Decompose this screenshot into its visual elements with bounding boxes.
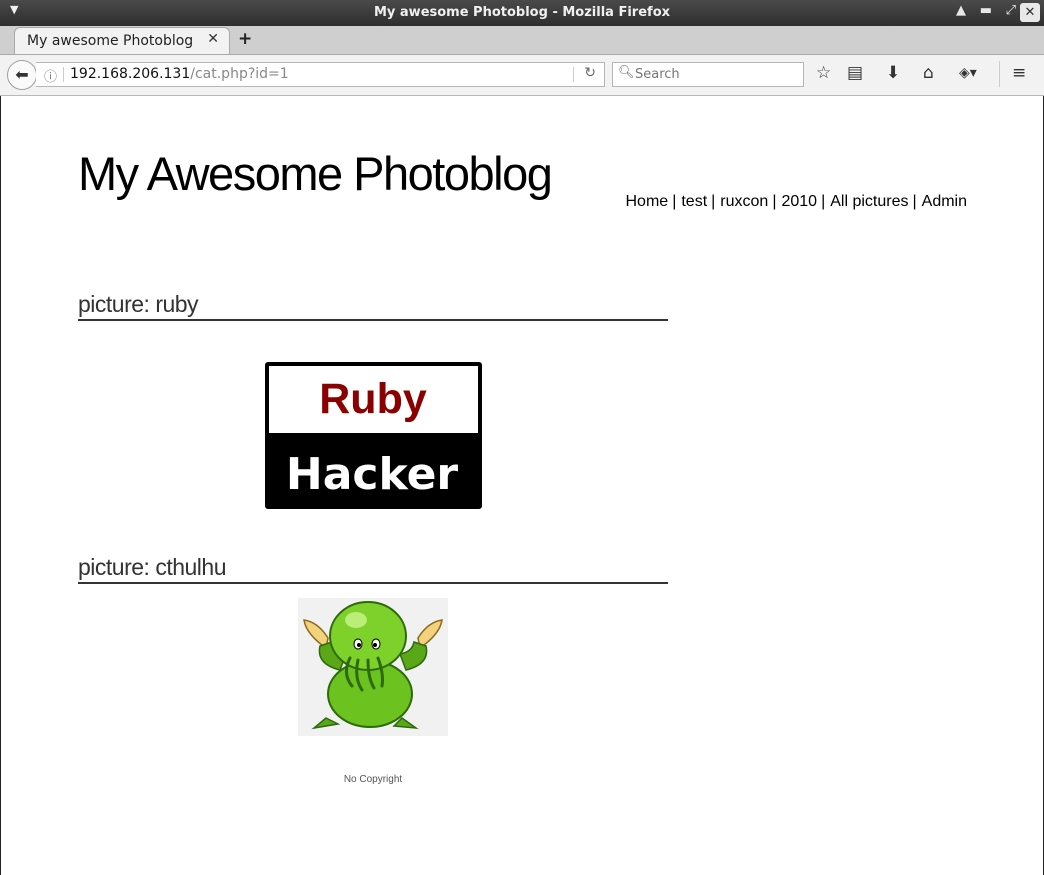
nav-link-2010[interactable]: 2010 [781,193,817,210]
nav-link-test[interactable]: test [681,193,707,210]
home-icon[interactable]: ⌂ [923,63,934,83]
nav-separator: | [821,193,826,210]
new-tab-icon[interactable]: + [238,29,252,49]
hacker-text: Hacker [286,449,459,500]
downloads-icon[interactable]: ⬇ [886,63,900,83]
nav-link-admin[interactable]: Admin [922,193,967,210]
back-arrow-icon: ⬅ [15,65,29,84]
toolbar-divider [999,61,1000,87]
window-title: My awesome Photoblog - Mozilla Firefox [373,5,671,20]
maximize-icon[interactable]: ⤢ [1006,3,1016,18]
reload-icon[interactable]: ↻ [584,65,596,81]
tab-title: My awesome Photoblog [27,33,194,49]
nav-link-ruxcon[interactable]: ruxcon [720,193,768,210]
bookmark-star-icon[interactable]: ☆ [816,63,831,83]
nav-link-home[interactable]: Home [626,193,669,210]
minimize-icon[interactable]: ▬ [980,3,992,18]
url-bar[interactable]: ⓘ 192.168.206.131/cat.php?id=1 ↻ [36,62,605,87]
site-title: My Awesome Photoblog [78,147,553,200]
nav-link-all-pictures[interactable]: All pictures [830,193,908,210]
url-text[interactable]: 192.168.206.131/cat.php?id=1 [70,66,289,82]
browser-window: ▼ My awesome Photoblog - Mozilla Firefox… [0,0,1044,875]
site-info-icon[interactable]: ⓘ [44,66,57,85]
title-bar: ▼ My awesome Photoblog - Mozilla Firefox… [0,0,1044,26]
site-nav: Home | test | ruxcon | 2010 | All pictures | Admin [626,193,968,211]
tab-strip: My awesome Photoblog ✕ + [0,26,1044,55]
page-content: My Awesome Photoblog Home | test | ruxcon | 20… [0,96,1044,875]
footer-text: No Copyright [343,774,403,785]
tab-photoblog[interactable]: My awesome Photoblog ✕ [14,27,230,54]
reading-list-icon[interactable]: ▤ [847,63,863,83]
nav-separator: | [772,193,777,210]
navigation-toolbar: ⬅ ⓘ 192.168.206.131/cat.php?id=1 ↻ 🔍︎ ☆ … [0,55,1044,96]
url-host: 192.168.206.131 [70,66,191,82]
search-box[interactable]: 🔍︎ [612,62,804,87]
ruby-text: Ruby [319,375,427,423]
reload-divider [573,67,574,82]
close-window-button[interactable]: ✕ [1020,3,1040,22]
close-tab-icon[interactable]: ✕ [207,31,219,47]
nav-separator: | [672,193,677,210]
menu-hamburger-icon[interactable]: ≡ [1012,63,1026,83]
search-input[interactable] [635,65,795,83]
nav-separator: | [912,193,917,210]
nav-separator: | [711,193,716,210]
extension-icon[interactable]: ◈▾ [959,65,977,81]
post-title-cthulhu: picture: cthulhu [78,554,668,584]
ruby-hacker-image[interactable]: Ruby Hacker [265,362,483,510]
url-divider [63,67,64,82]
cthulhu-image[interactable] [298,598,448,736]
url-path: /cat.php?id=1 [190,66,289,82]
post-title-ruby: picture: ruby [78,291,668,321]
shade-icon[interactable]: ▲ [956,3,966,18]
search-icon: 🔍︎ [618,65,635,80]
back-button[interactable]: ⬅ [7,60,37,90]
